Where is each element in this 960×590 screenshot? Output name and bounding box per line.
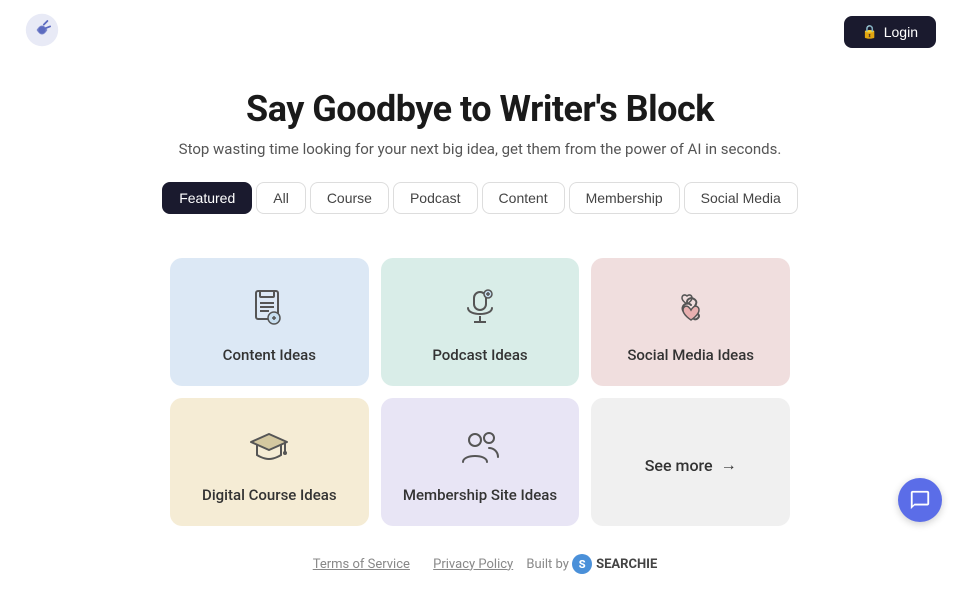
content-ideas-label: Content Ideas [223, 346, 316, 364]
filter-tab-featured[interactable]: Featured [162, 182, 252, 214]
searchie-brand-name: SEARCHIE [596, 557, 657, 572]
header: 🔒 Login [0, 0, 960, 64]
social-icon [669, 286, 713, 336]
cards-grid: Content Ideas Podcast Ideas [70, 258, 890, 526]
social-media-ideas-label: Social Media Ideas [627, 346, 754, 364]
see-more-text: See more [645, 456, 713, 475]
chat-icon [909, 489, 931, 511]
logo [24, 12, 60, 52]
filter-tab-course[interactable]: Course [310, 182, 389, 214]
card-content-ideas[interactable]: Content Ideas [170, 258, 369, 386]
filter-tab-membership[interactable]: Membership [569, 182, 680, 214]
card-digital-course-ideas[interactable]: Digital Course Ideas [170, 398, 369, 526]
hero-subtitle: Stop wasting time looking for your next … [20, 140, 940, 158]
terms-of-service-link[interactable]: Terms of Service [313, 557, 410, 572]
podcast-ideas-label: Podcast Ideas [432, 346, 527, 364]
people-icon [458, 426, 502, 476]
filter-tab-all[interactable]: All [256, 182, 306, 214]
chat-bubble-button[interactable] [898, 478, 942, 522]
footer: Terms of Service Privacy Policy Built by… [0, 526, 960, 590]
digital-course-ideas-label: Digital Course Ideas [202, 486, 337, 504]
card-podcast-ideas[interactable]: Podcast Ideas [381, 258, 580, 386]
arrow-right-icon: → [721, 455, 737, 475]
membership-site-ideas-label: Membership Site Ideas [403, 486, 557, 504]
filter-tab-podcast[interactable]: Podcast [393, 182, 478, 214]
built-by-text: Built by S SEARCHIE [526, 557, 657, 572]
card-see-more[interactable]: See more → [591, 398, 790, 526]
card-membership-site-ideas[interactable]: Membership Site Ideas [381, 398, 580, 526]
document-icon [247, 286, 291, 336]
lock-icon: 🔒 [862, 24, 878, 40]
graduation-icon [247, 426, 291, 476]
card-social-media-ideas[interactable]: Social Media Ideas [591, 258, 790, 386]
login-label: Login [884, 24, 918, 40]
hero-title: Say Goodbye to Writer's Block [20, 88, 940, 130]
searchie-icon: S [572, 554, 592, 574]
filter-tab-content[interactable]: Content [482, 182, 565, 214]
searchie-logo: S SEARCHIE [572, 554, 657, 574]
hero-section: Say Goodbye to Writer's Block Stop wasti… [0, 64, 960, 258]
login-button[interactable]: 🔒 Login [844, 16, 936, 48]
privacy-policy-link[interactable]: Privacy Policy [433, 557, 513, 572]
see-more-label: See more → [645, 455, 737, 475]
filter-tab-social-media[interactable]: Social Media [684, 182, 798, 214]
microphone-icon [458, 286, 502, 336]
filter-tabs: FeaturedAllCoursePodcastContentMembershi… [20, 182, 940, 214]
